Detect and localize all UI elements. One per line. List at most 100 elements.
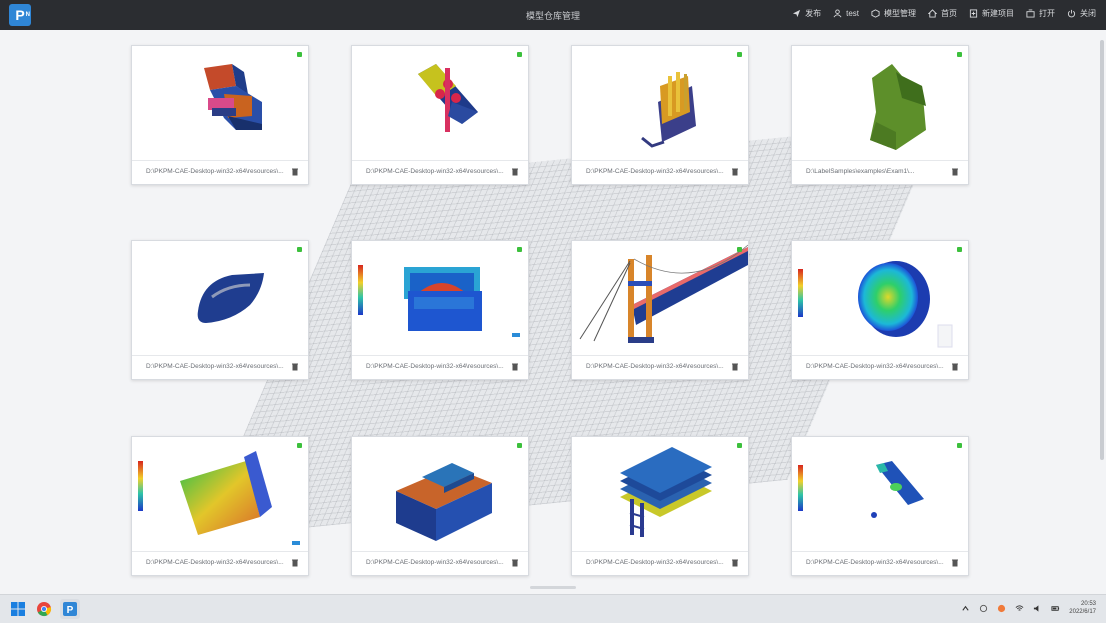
model-path: D:\PKPM-CAE-Desktop-win32-x64\resources\… <box>146 168 284 175</box>
titlebar-actions: 发布 test 模型管理 首页 新建项目 打开 关闭 <box>792 8 1096 19</box>
model-preview[interactable] <box>352 241 528 355</box>
workspace-scrollbar[interactable] <box>1100 40 1104 460</box>
status-indicator <box>957 247 962 252</box>
status-indicator <box>737 52 742 57</box>
model-preview[interactable] <box>352 437 528 551</box>
model-path: D:\PKPM-CAE-Desktop-win32-x64\resources\… <box>146 363 284 370</box>
model-path: D:\LabelSamples\examples\Exam1\... <box>806 168 915 175</box>
trash-icon[interactable] <box>952 559 958 567</box>
card-footer: D:\PKPM-CAE-Desktop-win32-x64\resources\… <box>572 551 748 576</box>
status-indicator <box>297 52 302 57</box>
close-app-button[interactable]: 关闭 <box>1067 8 1096 19</box>
model-card[interactable]: D:\PKPM-CAE-Desktop-win32-x64\resources\… <box>131 45 309 185</box>
status-indicator <box>517 247 522 252</box>
model-card[interactable]: D:\PKPM-CAE-Desktop-win32-x64\resources\… <box>571 45 749 185</box>
power-icon <box>1067 9 1076 18</box>
model-card[interactable]: D:\PKPM-CAE-Desktop-win32-x64\resources\… <box>571 240 749 380</box>
status-indicator <box>297 247 302 252</box>
joint-block-model <box>204 64 262 130</box>
new-project-button[interactable]: 新建项目 <box>969 8 1014 19</box>
model-card[interactable]: D:\LabelSamples\examples\Exam1\... <box>791 45 969 185</box>
status-indicator <box>957 443 962 448</box>
chevron-up-icon[interactable] <box>961 604 970 613</box>
model-preview[interactable] <box>132 437 308 551</box>
system-tray: 20:53 2022/6/17 <box>961 600 1096 616</box>
clock[interactable]: 20:53 2022/6/17 <box>1069 600 1096 616</box>
model-manage-label: 模型管理 <box>884 9 916 18</box>
windows-start-icon[interactable] <box>8 599 28 619</box>
card-footer: D:\PKPM-CAE-Desktop-win32-x64\resources\… <box>572 160 748 185</box>
publish-label: 发布 <box>805 9 822 18</box>
clock-date: 2022/6/17 <box>1069 609 1096 615</box>
model-card[interactable]: D:\PKPM-CAE-Desktop-win32-x64\resources\… <box>571 436 749 576</box>
card-footer: D:\LabelSamples\examples\Exam1\... <box>792 160 968 185</box>
model-card[interactable]: D:\PKPM-CAE-Desktop-win32-x64\resources\… <box>791 240 969 380</box>
volume-icon[interactable] <box>1033 604 1042 613</box>
model-preview[interactable] <box>572 46 748 160</box>
blue-shell-model <box>197 273 264 323</box>
card-footer: D:\PKPM-CAE-Desktop-win32-x64\resources\… <box>572 355 748 380</box>
disc-contour-model <box>798 261 953 348</box>
status-indicator <box>517 52 522 57</box>
trash-icon[interactable] <box>292 168 298 176</box>
model-preview[interactable] <box>792 46 968 160</box>
model-card[interactable]: D:\PKPM-CAE-Desktop-win32-x64\resources\… <box>131 436 309 576</box>
bottom-drag-handle[interactable] <box>530 586 576 589</box>
trash-icon[interactable] <box>512 559 518 567</box>
status-indicator <box>957 52 962 57</box>
home-button[interactable]: 首页 <box>928 8 957 19</box>
card-footer: D:\PKPM-CAE-Desktop-win32-x64\resources\… <box>132 355 308 380</box>
trash-icon[interactable] <box>732 168 738 176</box>
cube-icon <box>871 9 880 18</box>
model-preview[interactable] <box>132 46 308 160</box>
model-path: D:\PKPM-CAE-Desktop-win32-x64\resources\… <box>146 559 284 566</box>
open-button[interactable]: 打开 <box>1026 8 1055 19</box>
model-preview[interactable] <box>132 241 308 355</box>
trash-icon[interactable] <box>952 363 958 371</box>
status-indicator <box>737 247 742 252</box>
status-indicator <box>517 443 522 448</box>
model-card[interactable]: D:\PKPM-CAE-Desktop-win32-x64\resources\… <box>351 240 529 380</box>
card-footer: D:\PKPM-CAE-Desktop-win32-x64\resources\… <box>792 551 968 576</box>
clock-time: 20:53 <box>1080 601 1096 607</box>
model-manage-button[interactable]: 模型管理 <box>871 8 916 19</box>
new-project-label: 新建项目 <box>982 9 1014 18</box>
publish-button[interactable]: 发布 <box>792 8 821 19</box>
model-card[interactable]: D:\PKPM-CAE-Desktop-win32-x64\resources\… <box>131 240 309 380</box>
model-preview[interactable] <box>572 437 748 551</box>
user-button[interactable]: test <box>833 8 859 19</box>
model-preview[interactable] <box>572 241 748 355</box>
chrome-icon[interactable] <box>34 599 54 619</box>
app-tray-icon[interactable] <box>997 604 1006 613</box>
trash-icon[interactable] <box>292 559 298 567</box>
close-app-label: 关闭 <box>1080 9 1096 18</box>
l-slab-model <box>396 463 492 541</box>
trash-icon[interactable] <box>952 168 958 176</box>
model-path: D:\PKPM-CAE-Desktop-win32-x64\resources\… <box>806 559 944 566</box>
new-file-icon <box>969 9 978 18</box>
trash-icon[interactable] <box>512 363 518 371</box>
trash-icon[interactable] <box>292 363 298 371</box>
bridge-model <box>579 244 748 343</box>
building-assembly-model <box>641 72 696 148</box>
pkpm-app-icon[interactable]: P <box>60 599 80 619</box>
model-card[interactable]: D:\PKPM-CAE-Desktop-win32-x64\resources\… <box>791 436 969 576</box>
model-card[interactable]: D:\PKPM-CAE-Desktop-win32-x64\resources\… <box>351 436 529 576</box>
green-mesh-model <box>870 64 926 150</box>
plate-contour-model <box>138 451 300 545</box>
bolted-beam-model <box>418 64 478 132</box>
trash-icon[interactable] <box>512 168 518 176</box>
battery-icon[interactable] <box>1051 604 1060 613</box>
trash-icon[interactable] <box>732 363 738 371</box>
taskbar: P 20:53 2022/6/17 <box>0 594 1106 623</box>
model-preview[interactable] <box>792 241 968 355</box>
model-preview[interactable] <box>352 46 528 160</box>
user-icon <box>833 9 842 18</box>
title-bar: P N 模型仓库管理 发布 test 模型管理 首页 新建项目 打开 关闭 <box>0 0 1106 30</box>
model-card[interactable]: D:\PKPM-CAE-Desktop-win32-x64\resources\… <box>351 45 529 185</box>
trash-icon[interactable] <box>732 559 738 567</box>
model-path: D:\PKPM-CAE-Desktop-win32-x64\resources\… <box>586 363 724 370</box>
wifi-icon[interactable] <box>1015 604 1024 613</box>
model-preview[interactable] <box>792 437 968 551</box>
ime-icon[interactable] <box>979 604 988 613</box>
